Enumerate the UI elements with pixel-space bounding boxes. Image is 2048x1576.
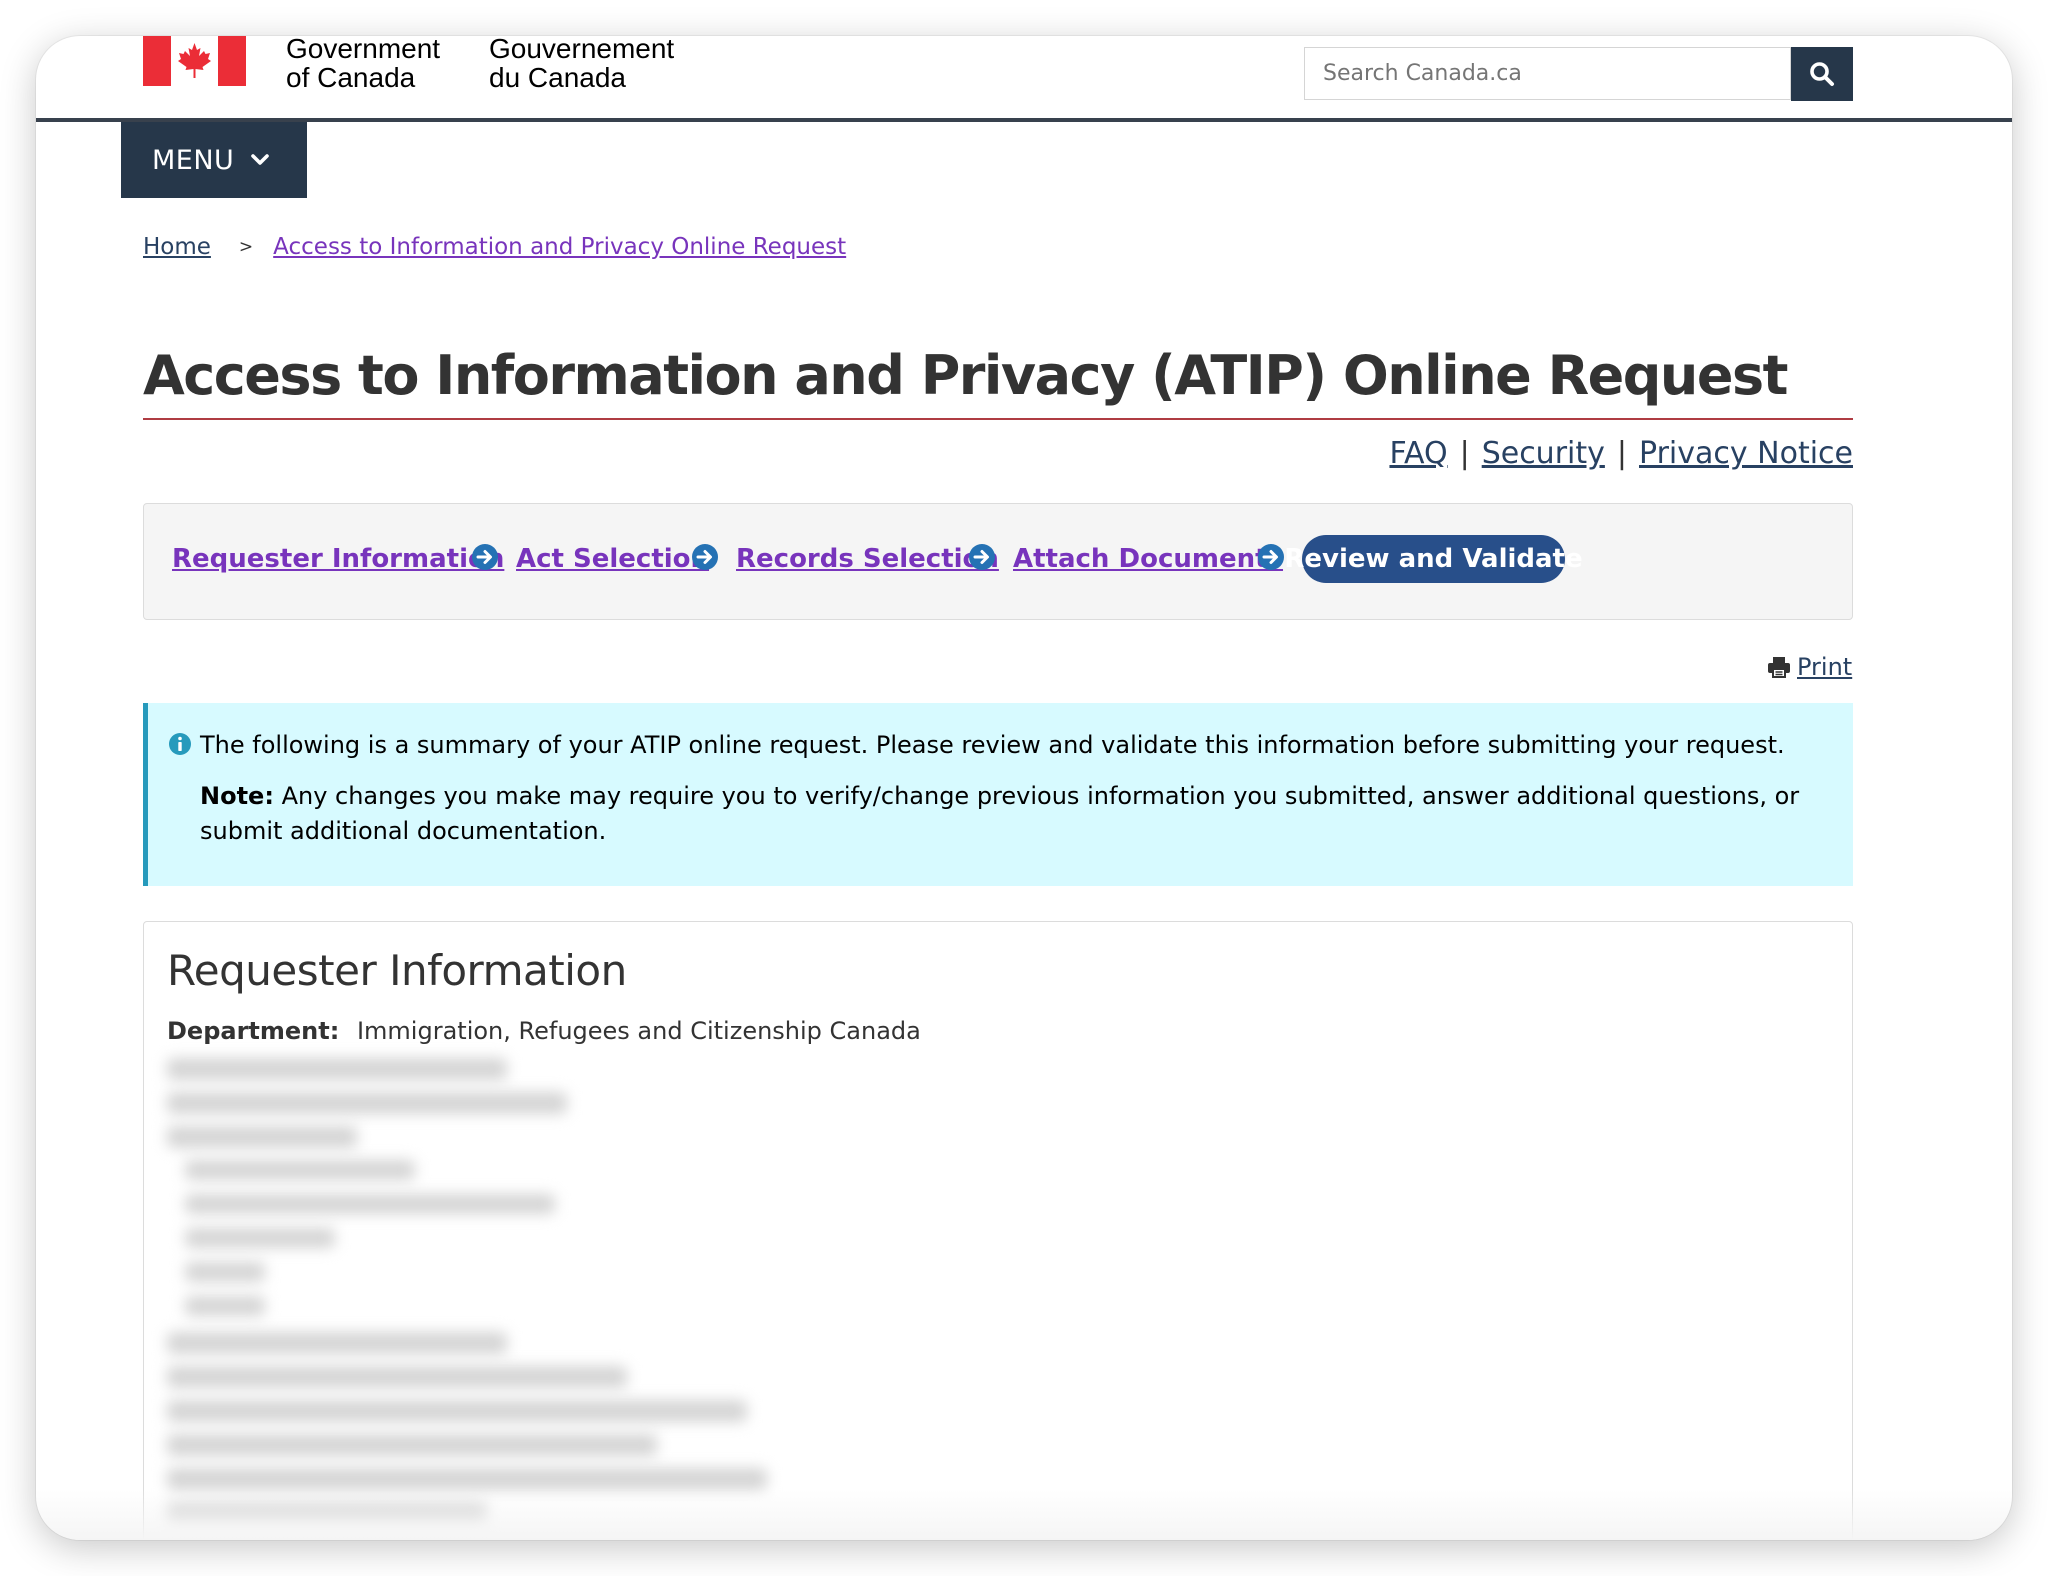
arrow-right-circle-icon [472, 544, 498, 570]
arrow-right-circle-icon [1258, 544, 1284, 570]
alert-note: Note: Any changes you make may require y… [200, 779, 1820, 849]
flag-right-bar [218, 36, 246, 86]
step-attach-documents[interactable]: Attach Documents [1013, 544, 1283, 574]
requester-information-heading: Requester Information [167, 946, 627, 995]
alert-note-label: Note: [200, 782, 274, 810]
flag-left-bar [143, 36, 171, 86]
bottom-fade [36, 1490, 2012, 1540]
redacted-line [185, 1194, 555, 1214]
alert-note-text: Any changes you make may require you to … [200, 782, 1800, 845]
breadcrumb-current[interactable]: Access to Information and Privacy Online… [273, 234, 846, 260]
faq-link[interactable]: FAQ [1389, 436, 1447, 471]
redacted-line [167, 1400, 747, 1422]
signature-en-line1: Government [286, 36, 441, 64]
help-links: FAQ | Security | Privacy Notice [1389, 436, 1853, 471]
redacted-line [167, 1366, 627, 1388]
page-title: Access to Information and Privacy (ATIP)… [143, 344, 1788, 407]
redacted-line [185, 1160, 415, 1180]
breadcrumb-home[interactable]: Home [143, 234, 211, 260]
header-divider [36, 118, 2012, 122]
print-link[interactable]: Print [1797, 653, 1852, 681]
signature-english: Government of Canada [286, 36, 440, 92]
redacted-line [167, 1126, 357, 1148]
department-label: Department: [167, 1017, 340, 1045]
menu-label: MENU [152, 144, 235, 176]
signature-french: Gouvernement du Canada [489, 36, 674, 92]
signature-en-line2: of Canada [286, 62, 416, 93]
step-act-selection[interactable]: Act Selection [516, 544, 709, 574]
breadcrumb-separator: > [238, 237, 254, 257]
signature-fr-line2: du Canada [489, 62, 627, 93]
arrow-right-circle-icon [692, 544, 718, 570]
step-requester-information[interactable]: Requester Information [172, 544, 504, 574]
print-link-wrapper[interactable]: Print [1767, 653, 1852, 681]
department-row: Department: Immigration, Refugees and Ci… [167, 1017, 921, 1045]
redacted-line [167, 1434, 657, 1456]
privacy-notice-link[interactable]: Privacy Notice [1639, 436, 1853, 471]
link-separator: | [1459, 436, 1470, 471]
search-button[interactable] [1791, 47, 1853, 101]
step-records-selection[interactable]: Records Selection [736, 544, 999, 574]
maple-leaf-icon [171, 36, 218, 86]
step-review-and-validate[interactable]: Review and Validate [1284, 535, 1583, 583]
redacted-line [167, 1332, 507, 1354]
security-link[interactable]: Security [1482, 436, 1605, 471]
title-underline [143, 418, 1853, 420]
redacted-line [167, 1468, 767, 1490]
search-input[interactable] [1304, 47, 1791, 100]
redacted-line [185, 1262, 265, 1282]
breadcrumb: Home > Access to Information and Privacy… [143, 234, 846, 260]
signature-fr-line1: Gouvernement [489, 36, 675, 64]
department-value: Immigration, Refugees and Citizenship Ca… [356, 1017, 921, 1045]
menu-button[interactable]: MENU [121, 122, 307, 198]
search-icon [1810, 62, 1834, 86]
redacted-line [185, 1228, 335, 1248]
redacted-line [167, 1092, 567, 1114]
print-icon [1768, 657, 1790, 678]
chevron-down-icon [251, 154, 270, 165]
link-separator: | [1616, 436, 1627, 471]
info-icon [169, 733, 191, 755]
redacted-line [185, 1296, 265, 1316]
redacted-line [167, 1058, 507, 1080]
arrow-right-circle-icon [969, 544, 995, 570]
browser-frame: Government of Canada Gouvernement du Can… [36, 36, 2012, 1540]
alert-summary-text: The following is a summary of your ATIP … [200, 731, 1785, 759]
